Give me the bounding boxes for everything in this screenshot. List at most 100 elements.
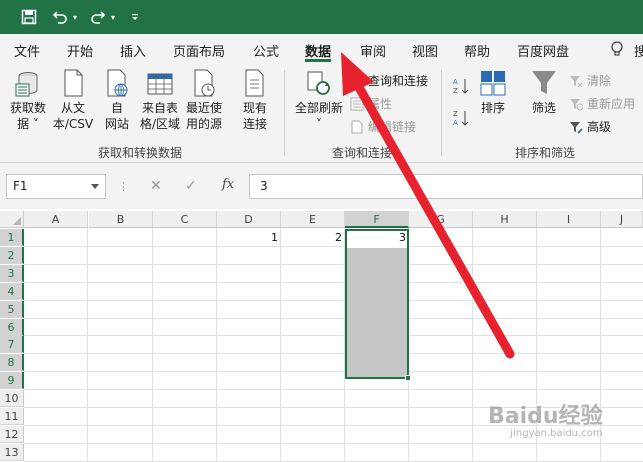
tab-formulas[interactable]: 公式 bbox=[253, 41, 279, 60]
row-header-7[interactable]: 7 bbox=[0, 336, 24, 354]
fill-handle[interactable] bbox=[405, 375, 411, 381]
column-header-c[interactable]: C bbox=[153, 211, 217, 228]
row-header-4[interactable]: 4 bbox=[0, 282, 24, 300]
quick-access-toolbar: ▾ ▾ bbox=[0, 0, 643, 34]
from-table-range-button[interactable]: 来自表 格/区域 bbox=[138, 68, 182, 132]
tab-home[interactable]: 开始 bbox=[67, 41, 93, 60]
cell-e1[interactable]: 2 bbox=[281, 229, 345, 246]
select-all-button[interactable] bbox=[0, 211, 24, 228]
tab-file[interactable]: 文件 bbox=[14, 41, 40, 60]
tab-review[interactable]: 审阅 bbox=[360, 41, 386, 60]
save-icon[interactable] bbox=[18, 7, 40, 27]
existing-connections-button[interactable]: 现有 连接 bbox=[236, 68, 274, 132]
edit-links-button[interactable]: 编辑链接 bbox=[350, 118, 416, 135]
recent-sources-label-2: 用的源 bbox=[185, 117, 222, 131]
row-header-1[interactable]: 1 bbox=[0, 229, 24, 246]
advanced-label: 高级 bbox=[587, 120, 612, 134]
column-header-b[interactable]: B bbox=[89, 211, 153, 228]
refresh-all-dropdown[interactable]: ˅ bbox=[292, 116, 346, 132]
tab-insert[interactable]: 插入 bbox=[120, 41, 146, 60]
ribbon-data: 获取数 据 ˅ 从文 本/CSV 自 网站 来自表 格/区域 最近使 用的源 现… bbox=[0, 64, 643, 163]
column-header-i[interactable]: I bbox=[537, 211, 601, 228]
undo-icon[interactable] bbox=[50, 7, 70, 27]
tab-search[interactable]: 搜 bbox=[634, 41, 643, 60]
column-header-j[interactable]: J bbox=[601, 211, 643, 228]
undo-dropdown-icon[interactable]: ▾ bbox=[70, 7, 80, 27]
column-header-h[interactable]: H bbox=[473, 211, 537, 228]
row-header-2[interactable]: 2 bbox=[0, 246, 24, 264]
row-gridline bbox=[24, 317, 643, 319]
selection-range[interactable] bbox=[345, 229, 411, 381]
row-gridline bbox=[24, 353, 643, 355]
row-header-3[interactable]: 3 bbox=[0, 264, 24, 282]
row-header-8[interactable]: 8 bbox=[0, 354, 24, 372]
formula-value: 3 bbox=[260, 179, 268, 193]
lightbulb-icon[interactable] bbox=[610, 40, 624, 61]
reapply-button[interactable]: 重新应用 bbox=[569, 95, 635, 112]
redo-icon[interactable] bbox=[88, 7, 108, 27]
from-web-button[interactable]: 自 网站 bbox=[100, 68, 134, 132]
refresh-all-button[interactable]: 全部刷新 ˅ bbox=[292, 68, 346, 132]
watermark-main: Baidu经验 bbox=[488, 404, 603, 429]
advanced-filter-button[interactable]: 高级 bbox=[569, 118, 611, 135]
column-gridline bbox=[280, 228, 281, 462]
from-text-csv-button[interactable]: 从文 本/CSV bbox=[52, 68, 94, 132]
row-header-10[interactable]: 10 bbox=[0, 390, 24, 408]
row-header-5[interactable]: 5 bbox=[0, 300, 24, 318]
cell-d1[interactable]: 1 bbox=[217, 229, 281, 246]
formula-input[interactable]: 3 bbox=[249, 174, 643, 199]
group-separator bbox=[284, 70, 285, 156]
row-header-11[interactable]: 11 bbox=[0, 408, 24, 425]
ribbon-tabs: 文件 开始 插入 页面布局 公式 数据 审阅 视图 帮助 百度网盘 搜 bbox=[0, 34, 643, 64]
column-header-d[interactable]: D bbox=[217, 211, 281, 228]
insert-function-icon[interactable]: fx bbox=[222, 177, 234, 192]
cell-f1[interactable]: 3 bbox=[345, 229, 409, 246]
svg-text:Z: Z bbox=[453, 87, 458, 95]
tab-page-layout[interactable]: 页面布局 bbox=[173, 41, 225, 60]
sort-ascending-button[interactable]: AZ bbox=[452, 76, 470, 99]
cancel-icon[interactable]: ✕ bbox=[150, 178, 162, 194]
queries-connections-label: 查询和连接 bbox=[368, 74, 429, 88]
document-icon bbox=[59, 68, 87, 98]
column-header-f[interactable]: F bbox=[345, 211, 409, 228]
edit-links-icon bbox=[350, 120, 364, 134]
row-header-9[interactable]: 9 bbox=[0, 372, 24, 390]
column-header-e[interactable]: E bbox=[281, 211, 345, 228]
connections-document-icon bbox=[241, 68, 269, 98]
name-box-dropdown-icon[interactable] bbox=[91, 184, 99, 189]
refresh-icon bbox=[305, 68, 333, 98]
tab-help[interactable]: 帮助 bbox=[464, 41, 490, 60]
row-header-6[interactable]: 6 bbox=[0, 318, 24, 336]
sort-za-icon: ZA bbox=[452, 108, 470, 131]
group-separator bbox=[441, 70, 442, 156]
tab-data[interactable]: 数据 bbox=[305, 41, 331, 60]
get-data-button[interactable]: 获取数 据 ˅ bbox=[6, 68, 50, 132]
sort-descending-button[interactable]: ZA bbox=[452, 108, 470, 131]
from-web-label-2: 网站 bbox=[104, 117, 129, 131]
customize-icon[interactable] bbox=[128, 7, 142, 27]
enter-icon[interactable]: ✓ bbox=[185, 178, 197, 194]
filter-button[interactable]: 筛选 bbox=[525, 68, 563, 116]
column-header-g[interactable]: G bbox=[409, 211, 473, 228]
redo-dropdown-icon[interactable]: ▾ bbox=[108, 7, 118, 27]
clear-filter-button[interactable]: 清除 bbox=[569, 72, 611, 89]
recent-sources-button[interactable]: 最近使 用的源 bbox=[183, 68, 225, 132]
properties-icon bbox=[350, 97, 364, 111]
active-tab-indicator bbox=[305, 59, 331, 62]
tab-baidu-netdisk[interactable]: 百度网盘 bbox=[517, 41, 569, 60]
sort-button[interactable]: 排序 bbox=[475, 68, 511, 116]
svg-text:A: A bbox=[453, 78, 458, 86]
name-box[interactable]: F1 bbox=[6, 174, 106, 199]
more-options-icon: ⋮ bbox=[118, 180, 129, 193]
reapply-label: 重新应用 bbox=[587, 97, 636, 111]
group-label-get-transform: 获取和转换数据 bbox=[98, 146, 183, 160]
tab-view[interactable]: 视图 bbox=[412, 41, 438, 60]
row-header-13[interactable]: 13 bbox=[0, 443, 24, 461]
from-text-label-1: 从文 bbox=[60, 101, 85, 115]
row-gridline bbox=[24, 299, 643, 301]
queries-connections-button[interactable]: 查询和连接 bbox=[350, 72, 428, 89]
queries-icon bbox=[350, 74, 364, 88]
properties-button[interactable]: 属性 bbox=[350, 95, 392, 112]
row-header-12[interactable]: 12 bbox=[0, 425, 24, 443]
column-header-a[interactable]: A bbox=[24, 211, 88, 228]
